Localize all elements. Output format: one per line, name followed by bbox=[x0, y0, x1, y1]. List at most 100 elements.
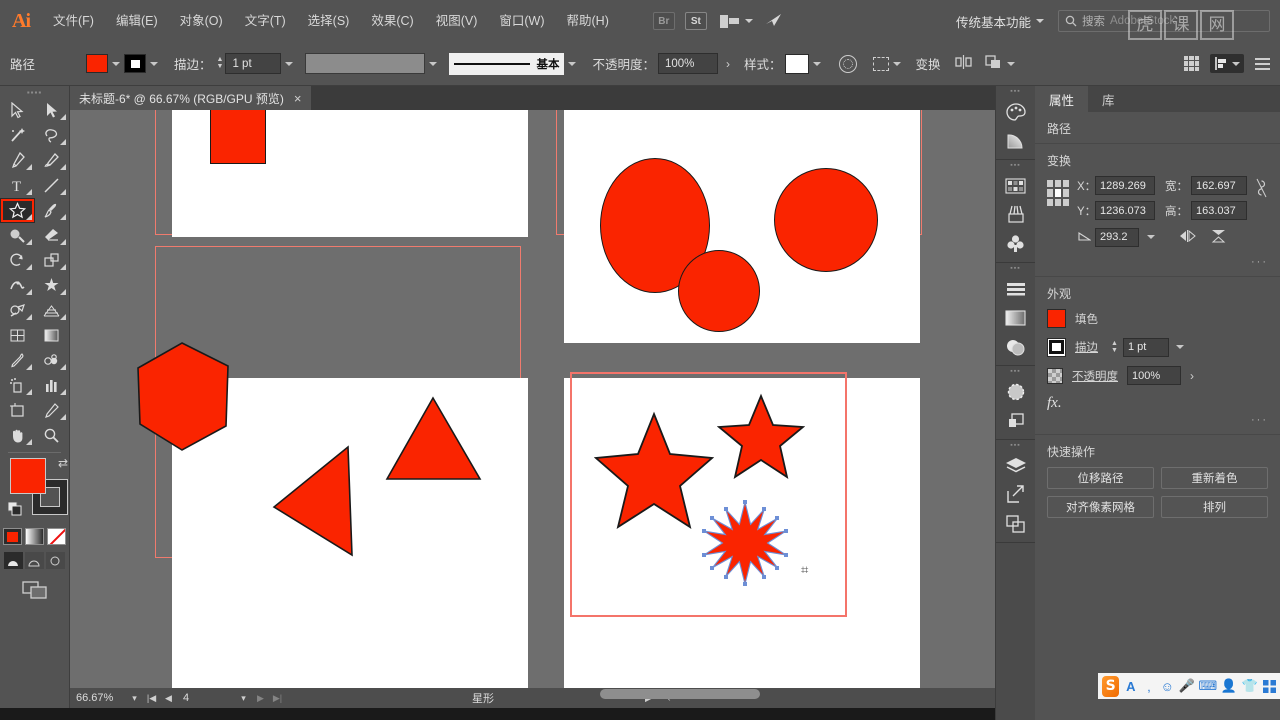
shaper-tool[interactable] bbox=[0, 223, 35, 248]
menu-help[interactable]: 帮助(H) bbox=[556, 0, 620, 42]
input-mode-icon[interactable]: A bbox=[1124, 679, 1137, 694]
flip-horizontal-icon[interactable] bbox=[1179, 229, 1196, 245]
canvas-area[interactable]: ⌗ bbox=[70, 110, 995, 688]
toolbar-grip[interactable]: ▪▪▪▪ bbox=[0, 86, 69, 98]
gradient-swatch-button[interactable] bbox=[25, 528, 44, 545]
red-circle-small[interactable] bbox=[678, 250, 760, 332]
search-box[interactable]: 搜索 Adobe Stock bbox=[1058, 10, 1270, 32]
draw-normal-button[interactable] bbox=[4, 552, 23, 569]
stroke-profile-caret-icon[interactable] bbox=[425, 53, 441, 75]
free-transform-tool[interactable] bbox=[35, 273, 70, 298]
blend-tool[interactable] bbox=[35, 348, 70, 373]
direct-selection-tool[interactable] bbox=[35, 98, 70, 123]
arrange-objects-icon[interactable] bbox=[984, 55, 1003, 72]
stroke-color-swatch[interactable] bbox=[124, 54, 146, 73]
artboards-panel-icon[interactable] bbox=[996, 509, 1035, 538]
appearance-opacity-input[interactable]: 100% bbox=[1127, 366, 1181, 385]
zoom-level[interactable]: 66.67% bbox=[70, 692, 126, 704]
red-hexagon[interactable] bbox=[130, 338, 250, 468]
appearance-opacity-icon[interactable] bbox=[1047, 367, 1063, 384]
angle-input[interactable]: 293.2 bbox=[1095, 227, 1139, 247]
workspace-switcher[interactable]: 传统基本功能 bbox=[956, 12, 1031, 31]
artboard-number[interactable]: 4 bbox=[177, 692, 235, 704]
gradient-panel-icon[interactable] bbox=[996, 126, 1035, 155]
red-triangle-up[interactable] bbox=[385, 395, 485, 485]
y-input[interactable]: 1236.073 bbox=[1095, 201, 1155, 220]
bridge-icon[interactable]: Br bbox=[652, 12, 675, 30]
skin-icon[interactable]: 👕 bbox=[1242, 678, 1258, 694]
red-star-small[interactable] bbox=[717, 393, 805, 481]
none-swatch-button[interactable] bbox=[47, 528, 66, 545]
menu-view[interactable]: 视图(V) bbox=[425, 0, 489, 42]
align-icon[interactable] bbox=[954, 55, 973, 72]
fill-color-swatch[interactable] bbox=[86, 54, 108, 73]
brushes-panel-icon[interactable] bbox=[996, 200, 1035, 229]
artboard-caret-icon[interactable] bbox=[889, 53, 905, 75]
arrange-button[interactable]: 排列 bbox=[1161, 496, 1268, 518]
graphic-style-swatch[interactable] bbox=[785, 53, 810, 74]
rail-grip-2[interactable]: ▪▪▪ bbox=[996, 160, 1035, 171]
stroke-panel-icon[interactable] bbox=[996, 377, 1035, 406]
transparency-panel-icon[interactable] bbox=[996, 303, 1035, 332]
appearance-opacity-expand-icon[interactable]: › bbox=[1190, 369, 1194, 383]
artboard-icon[interactable] bbox=[873, 56, 890, 71]
artboard-tool[interactable] bbox=[0, 398, 35, 423]
rotate-tool[interactable] bbox=[0, 248, 35, 273]
draw-behind-button[interactable] bbox=[25, 552, 44, 569]
first-artboard-icon[interactable]: |◀ bbox=[143, 693, 160, 704]
arrange-caret-icon[interactable] bbox=[744, 19, 753, 23]
menu-edit[interactable]: 编辑(E) bbox=[105, 0, 169, 42]
emoji-icon[interactable]: ☺ bbox=[1161, 679, 1174, 694]
reference-point-selector[interactable] bbox=[1047, 180, 1069, 206]
constrain-proportions-icon[interactable] bbox=[1255, 176, 1268, 200]
appearance-opacity-label[interactable]: 不透明度 bbox=[1072, 368, 1118, 384]
swatches-panel-icon[interactable] bbox=[996, 171, 1035, 200]
menu-window[interactable]: 窗口(W) bbox=[488, 0, 555, 42]
recolor-artwork-icon[interactable] bbox=[839, 54, 858, 73]
arrange-objects-caret-icon[interactable] bbox=[1003, 53, 1019, 75]
red-triangle-left[interactable] bbox=[270, 445, 360, 560]
align-panel-icon[interactable] bbox=[996, 274, 1035, 303]
stock-icon[interactable]: St bbox=[684, 12, 707, 30]
opacity-input[interactable]: 100% bbox=[657, 53, 718, 74]
shape-builder-tool[interactable] bbox=[0, 298, 35, 323]
arrange-documents-icon[interactable] bbox=[719, 13, 740, 29]
horizontal-scroll-thumb[interactable] bbox=[600, 689, 760, 699]
menu-file[interactable]: 文件(F) bbox=[42, 0, 105, 42]
curvature-tool[interactable] bbox=[35, 148, 70, 173]
star-tool[interactable] bbox=[0, 198, 35, 223]
selection-tool[interactable] bbox=[0, 98, 35, 123]
menu-select[interactable]: 选择(S) bbox=[297, 0, 361, 42]
comma-icon[interactable]: ‚ bbox=[1142, 679, 1155, 694]
menu-object[interactable]: 对象(O) bbox=[169, 0, 234, 42]
red-square[interactable] bbox=[210, 110, 266, 164]
align-pixel-grid-button[interactable]: 对齐像素网格 bbox=[1047, 496, 1154, 518]
opacity-expand-icon[interactable]: › bbox=[718, 57, 738, 71]
color-panel-icon[interactable] bbox=[996, 97, 1035, 126]
lasso-tool[interactable] bbox=[35, 123, 70, 148]
align-panel-icon[interactable] bbox=[1210, 54, 1244, 73]
transform-label[interactable]: 变换 bbox=[915, 54, 940, 73]
tab-libraries[interactable]: 库 bbox=[1088, 86, 1129, 112]
menu-type[interactable]: 文字(T) bbox=[234, 0, 297, 42]
voice-icon[interactable]: 🎤 bbox=[1179, 678, 1195, 694]
flip-vertical-icon[interactable] bbox=[1211, 229, 1226, 246]
pen-tool[interactable] bbox=[0, 148, 35, 173]
user-icon[interactable]: 👤 bbox=[1221, 678, 1237, 694]
workspace-caret-icon[interactable] bbox=[1036, 19, 1044, 23]
options-menu-icon[interactable] bbox=[1255, 57, 1270, 70]
fill-dropdown-icon[interactable] bbox=[108, 53, 124, 75]
appearance-panel-icon[interactable] bbox=[996, 332, 1035, 361]
draw-inside-button[interactable] bbox=[46, 552, 65, 569]
default-fill-stroke-icon[interactable] bbox=[7, 501, 23, 517]
change-screen-mode-button[interactable] bbox=[0, 581, 69, 599]
graphic-style-caret-icon[interactable] bbox=[809, 53, 825, 75]
appearance-stroke-weight-stepper[interactable]: ▲ ▼ 1 pt bbox=[1111, 336, 1188, 358]
perspective-grid-tool[interactable] bbox=[35, 298, 70, 323]
next-artboard-icon[interactable]: ▶ bbox=[252, 693, 269, 704]
stroke-weight-value[interactable]: 1 pt bbox=[225, 53, 282, 74]
grid-icon[interactable] bbox=[1184, 56, 1199, 71]
fx-button[interactable]: fx. bbox=[1047, 395, 1268, 412]
rail-grip-3[interactable]: ▪▪▪ bbox=[996, 263, 1035, 274]
stroke-dropdown-icon[interactable] bbox=[146, 53, 162, 75]
